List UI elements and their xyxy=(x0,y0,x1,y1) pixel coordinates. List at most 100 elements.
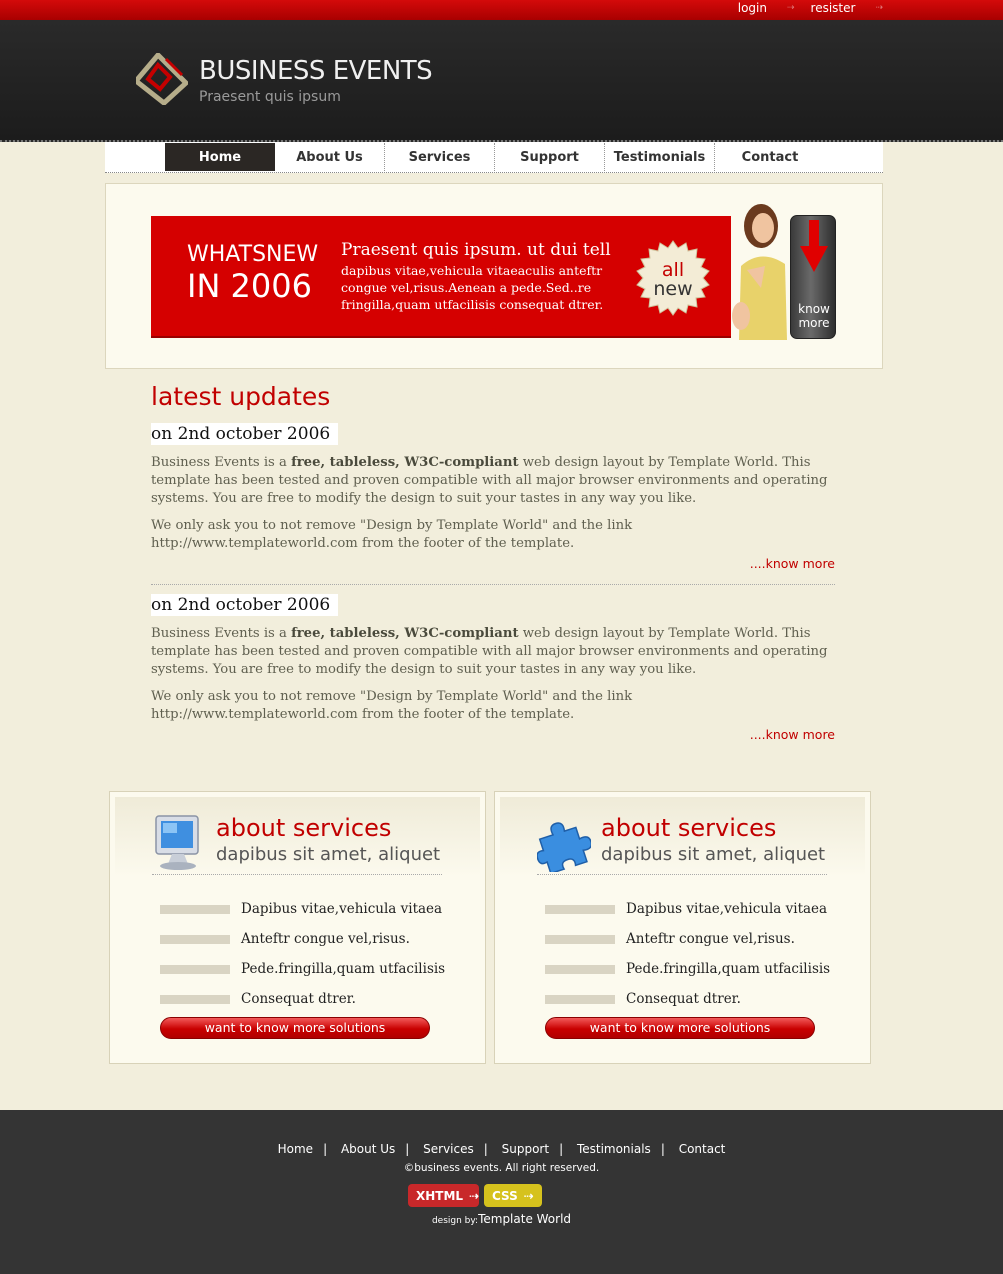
list-item: Pede.fringilla,quam utfacilisis xyxy=(160,954,445,984)
xhtml-badge[interactable]: XHTML ⇢ xyxy=(408,1184,479,1207)
list-item: Anteftr congue vel,risus. xyxy=(545,924,830,954)
design-by-label: design by: xyxy=(431,1216,479,1226)
main-nav: Home About Us Services Support Testimoni… xyxy=(105,142,883,173)
know-more-label: know more xyxy=(791,302,837,330)
solutions-button[interactable]: want to know more solutions xyxy=(160,1017,430,1039)
list-item-label: Consequat dtrer. xyxy=(626,991,741,1007)
nav-home[interactable]: Home xyxy=(165,143,275,171)
monitor-icon xyxy=(155,815,199,870)
xhtml-label: XHTML xyxy=(416,1188,464,1203)
site-tagline: Praesent quis ipsum xyxy=(199,89,341,105)
list-item: Anteftr congue vel,risus. xyxy=(160,924,445,954)
banner-text: dapibus vitae,vehicula vitaeaculis antef… xyxy=(341,263,604,312)
footer-link-testimonials[interactable]: Testimonials xyxy=(577,1142,651,1156)
post-text: Business Events is a xyxy=(151,455,292,470)
solutions-button[interactable]: want to know more solutions xyxy=(545,1017,815,1039)
puzzle-icon xyxy=(537,822,591,872)
divider xyxy=(152,874,442,875)
post-paragraph: Business Events is a free, tableless, W3… xyxy=(151,625,835,679)
banner-title: Praesent quis ipsum. ut dui tell xyxy=(341,240,611,260)
site-header: BUSINESS EVENTS Praesent quis ipsum xyxy=(0,20,1003,142)
latest-updates: latest updates on 2nd october 2006 Busin… xyxy=(151,383,835,742)
know-more-link[interactable]: ....know more xyxy=(151,556,835,571)
design-by-link[interactable]: Template World xyxy=(478,1212,571,1226)
know-line2: more xyxy=(798,316,830,330)
services-title: about services xyxy=(216,814,392,842)
footer-link-home[interactable]: Home xyxy=(278,1142,313,1156)
list-item-label: Pede.fringilla,quam utfacilisis xyxy=(626,961,831,977)
post-paragraph: We only ask you to not remove "Design by… xyxy=(151,689,633,722)
separator: | xyxy=(323,1142,328,1156)
bullet-bar xyxy=(160,904,230,914)
promo-banner: WHATSNEW IN 2006 Praesent quis ipsum. ut… xyxy=(151,216,731,338)
site-footer: Home | About Us | Services | Support | Testi… xyxy=(0,1110,1003,1274)
nav-services[interactable]: Services xyxy=(385,143,495,171)
arrow-icon: ⇢ xyxy=(523,1188,534,1203)
list-item-label: Consequat dtrer. xyxy=(241,991,356,1007)
logo-icon[interactable] xyxy=(136,53,188,105)
list-item: Dapibus vitae,vehicula vitaea xyxy=(160,894,445,924)
validation-badges: XHTML ⇢ CSS ⇢ xyxy=(408,1184,542,1207)
copyright: ©business events. All right reserved. xyxy=(403,1162,600,1174)
list-item: Consequat dtrer. xyxy=(160,984,445,1014)
list-item-label: Dapibus vitae,vehicula vitaea xyxy=(626,901,828,917)
services-list: Dapibus vitae,vehicula vitaea Anteftr co… xyxy=(160,894,445,1014)
separator: | xyxy=(660,1142,665,1156)
services-box: about services dapibus sit amet, aliquet… xyxy=(494,791,871,1064)
separator: | xyxy=(559,1142,564,1156)
bullet-bar xyxy=(545,904,615,914)
nav-contact[interactable]: Contact xyxy=(715,143,825,171)
top-bar: login ⇢ resister ⇢ xyxy=(0,0,1003,20)
banner-whatsnew: WHATSNEW xyxy=(187,242,319,267)
account-links: login ⇢ resister ⇢ xyxy=(738,1,883,15)
post-bold: free, tableless, W3C-compliant xyxy=(291,626,519,641)
bullet-bar xyxy=(160,994,230,1004)
footer-link-contact[interactable]: Contact xyxy=(679,1142,726,1156)
services-subtitle: dapibus sit amet, aliquet xyxy=(601,844,826,865)
footer-link-about-us[interactable]: About Us xyxy=(341,1142,395,1156)
nav-about-us[interactable]: About Us xyxy=(275,143,385,171)
list-item-label: Dapibus vitae,vehicula vitaea xyxy=(241,901,443,917)
services-list: Dapibus vitae,vehicula vitaea Anteftr co… xyxy=(545,894,830,1014)
bullet-bar xyxy=(160,934,230,944)
list-item: Consequat dtrer. xyxy=(545,984,830,1014)
list-item-label: Anteftr congue vel,risus. xyxy=(241,931,410,947)
post-paragraph: Business Events is a free, tableless, W3… xyxy=(151,454,835,508)
css-label: CSS xyxy=(492,1188,518,1203)
login-link[interactable]: login ⇢ xyxy=(738,1,795,15)
site-title[interactable]: BUSINESS EVENTS xyxy=(199,56,433,86)
bullet-bar xyxy=(545,964,615,974)
separator: | xyxy=(483,1142,488,1156)
separator: | xyxy=(405,1142,410,1156)
post: on 2nd october 2006 Business Events is a… xyxy=(151,594,835,742)
footer-link-support[interactable]: Support xyxy=(502,1142,549,1156)
arrow-down-icon xyxy=(800,220,828,272)
post-date: on 2nd october 2006 xyxy=(151,594,339,616)
banner-year: IN 2006 xyxy=(187,267,312,305)
bullet-bar xyxy=(160,964,230,974)
arrow-icon: ⇢ xyxy=(469,1188,480,1203)
nav-testimonials[interactable]: Testimonials xyxy=(605,143,715,171)
know-more-button[interactable]: know more xyxy=(790,215,836,339)
footer-link-services[interactable]: Services xyxy=(423,1142,474,1156)
woman-photo xyxy=(732,204,787,340)
divider xyxy=(537,874,827,875)
list-item: Pede.fringilla,quam utfacilisis xyxy=(545,954,830,984)
bullet-bar xyxy=(545,994,615,1004)
register-label: resister xyxy=(810,1,856,15)
section-heading: latest updates xyxy=(151,382,331,411)
register-link[interactable]: resister ⇢ xyxy=(811,1,883,15)
post: on 2nd october 2006 Business Events is a… xyxy=(151,411,835,571)
arrow-icon: ⇢ xyxy=(786,3,795,13)
nav-support[interactable]: Support xyxy=(495,143,605,171)
arrow-icon: ⇢ xyxy=(875,3,883,13)
footer-nav: Home | About Us | Services | Support | Testi… xyxy=(0,1142,1003,1156)
login-label: login xyxy=(737,1,767,15)
post-paragraph: We only ask you to not remove "Design by… xyxy=(151,518,633,551)
list-item-label: Anteftr congue vel,risus. xyxy=(626,931,795,947)
know-more-link[interactable]: ....know more xyxy=(151,727,835,742)
post-text: Business Events is a xyxy=(151,626,292,641)
css-badge[interactable]: CSS ⇢ xyxy=(484,1184,542,1207)
design-credit: design by:Template World xyxy=(0,1212,1003,1226)
services-subtitle: dapibus sit amet, aliquet xyxy=(216,844,441,865)
